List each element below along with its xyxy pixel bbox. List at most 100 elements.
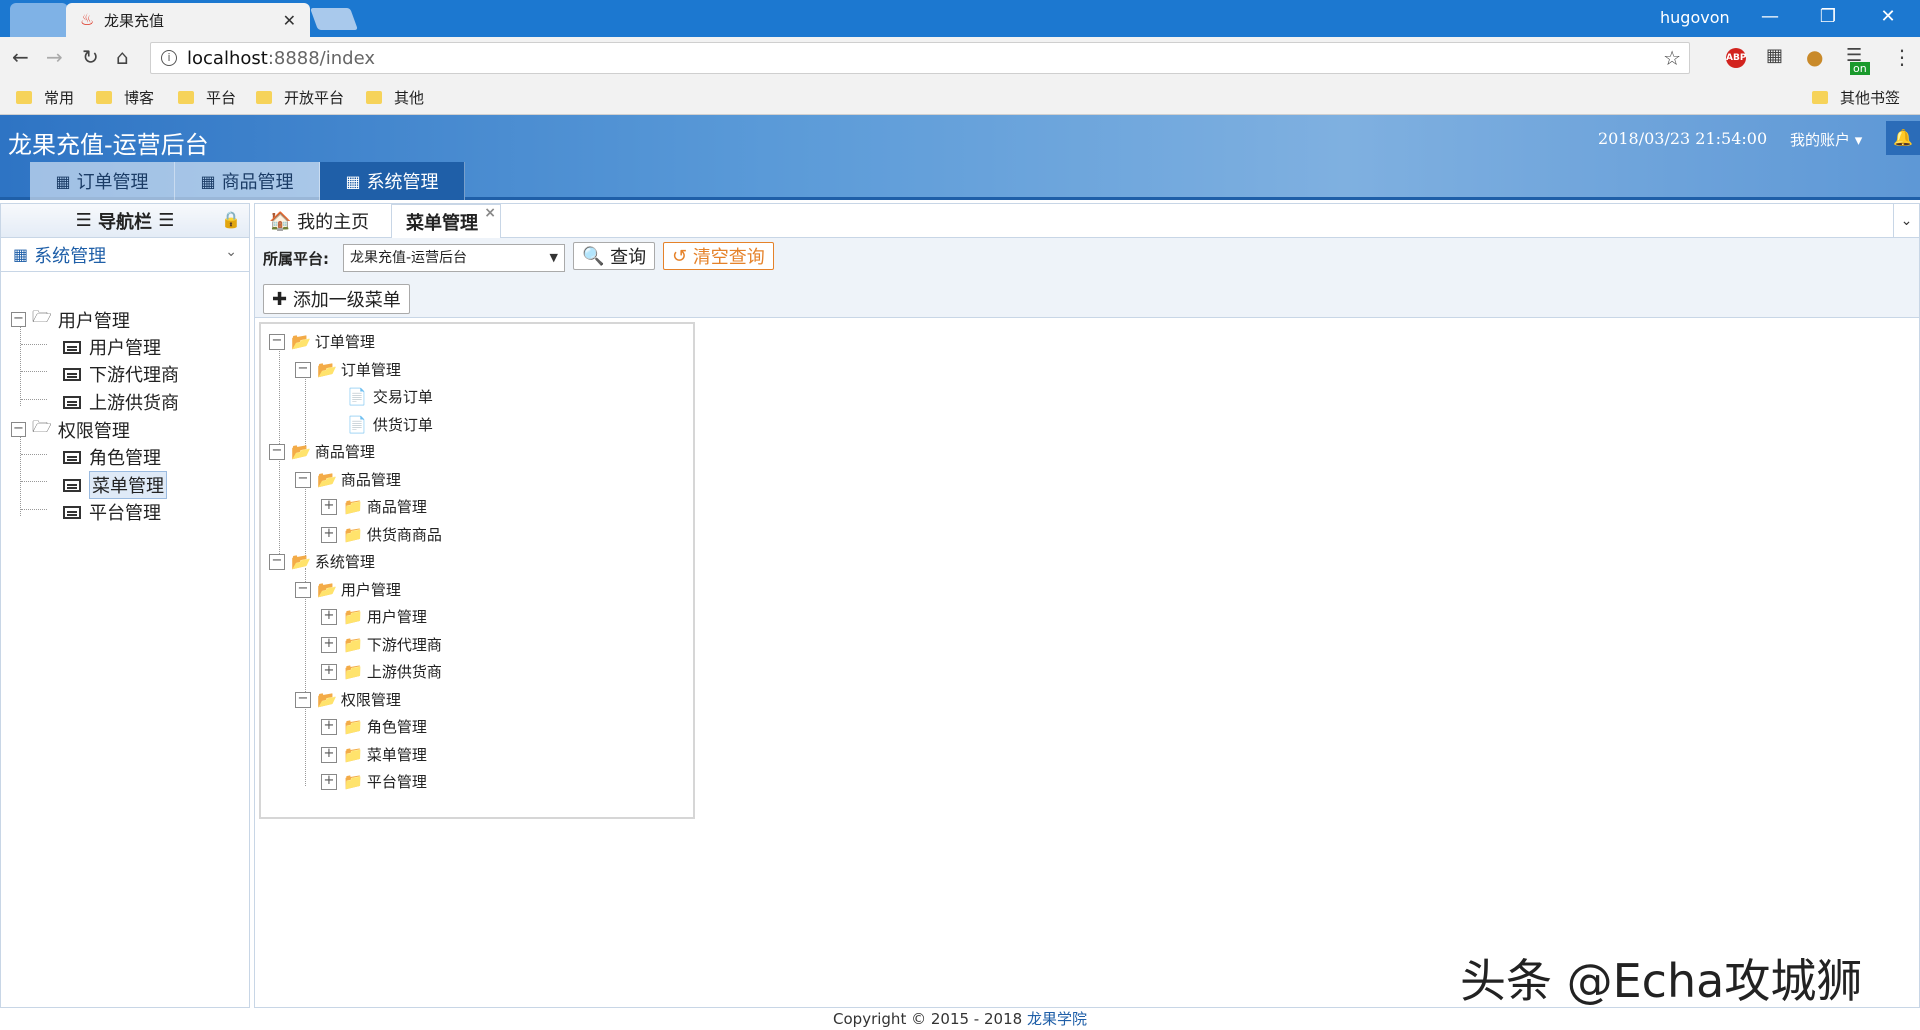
expand-icon[interactable]: +	[321, 498, 337, 515]
tree-leaf-roles[interactable]: 角色管理	[63, 444, 161, 470]
close-icon[interactable]: ✕	[283, 11, 296, 30]
account-menu[interactable]: 我的账户 ▾	[1790, 129, 1862, 150]
tab-menu-management[interactable]: 菜单管理 ×	[391, 204, 501, 238]
menu-node-platforms[interactable]: + 📁 平台管理	[321, 771, 427, 792]
collapse-icon[interactable]: −	[295, 361, 311, 378]
menu-node-menus[interactable]: + 📁 菜单管理	[321, 744, 427, 765]
browser-tab-active[interactable]: ♨ 龙果充值 ✕	[66, 3, 310, 37]
tree-leaf-downstream-agents[interactable]: 下游代理商	[63, 361, 179, 387]
menu-node-label: 商品管理	[340, 471, 401, 489]
cookie-icon[interactable]: ●	[1806, 45, 1823, 69]
browser-user[interactable]: hugovon	[1660, 8, 1730, 27]
qr-code-icon[interactable]: ▦	[1766, 45, 1783, 66]
home-icon[interactable]: ⌂	[116, 45, 129, 69]
collapse-icon[interactable]: −	[269, 443, 285, 460]
list-icon	[63, 367, 81, 381]
menu-node-label: 交易订单	[372, 388, 433, 406]
browser-tab-title: 龙果充值	[104, 11, 165, 30]
undo-icon: ↺	[672, 245, 693, 267]
menu-node-product-management[interactable]: − 📂 商品管理	[269, 441, 375, 462]
menu-node-product-management-sub[interactable]: − 📂 商品管理	[295, 469, 401, 490]
module-select[interactable]: ▦ 系统管理 ⌄	[1, 238, 249, 272]
bell-icon[interactable]: 🔔	[1886, 121, 1920, 155]
browser-navbar: ← → ↻ ⌂ i localhost :8888/index ☆ ABP ▦ …	[0, 37, 1920, 79]
tree-leaf-menus[interactable]: 菜单管理	[63, 471, 167, 499]
lock-icon[interactable]: 🔒	[221, 210, 241, 229]
collapse-icon[interactable]: −	[295, 691, 311, 708]
bookmark-folder[interactable]: 其他	[366, 87, 424, 108]
menu-node-label: 商品管理	[366, 498, 427, 516]
chevron-double-down-icon[interactable]: ⌄	[1893, 204, 1919, 238]
collapse-icon[interactable]: −	[269, 553, 285, 570]
menu-node-products[interactable]: + 📁 商品管理	[321, 496, 427, 517]
menu-node-system-management[interactable]: − 📂 系统管理	[269, 551, 375, 572]
tree-node-permission-management[interactable]: − 🗁 权限管理	[11, 416, 130, 443]
tree-leaf-platforms[interactable]: 平台管理	[63, 499, 161, 525]
tree-leaf-users[interactable]: 用户管理	[63, 334, 161, 360]
expand-icon[interactable]: +	[321, 746, 337, 763]
collapse-icon[interactable]: −	[11, 312, 26, 327]
menu-node-order-management[interactable]: − 📂 订单管理	[269, 331, 375, 352]
footer-link[interactable]: 龙果学院	[1027, 1010, 1087, 1028]
expand-icon[interactable]: +	[321, 773, 337, 790]
tab-order-management[interactable]: ▦ 订单管理	[30, 162, 175, 200]
new-tab-button[interactable]	[309, 8, 359, 30]
info-icon[interactable]: i	[161, 50, 177, 66]
sidebar: ☰ 导航栏 ☰ 🔒 ▦ 系统管理 ⌄ − 🗁 用户管理 用户管理 下游代理商 上游供…	[0, 203, 250, 1008]
back-icon[interactable]: ←	[12, 45, 29, 69]
adblock-icon[interactable]: ABP	[1726, 48, 1746, 68]
collapse-icon[interactable]: −	[295, 581, 311, 598]
menu-leaf-supply-orders[interactable]: 📄 供货订单	[347, 414, 433, 435]
minimize-icon[interactable]: —	[1750, 4, 1790, 30]
platform-select[interactable]: 龙果充值-运营后台 ▼	[343, 244, 565, 272]
bookmark-folder[interactable]: 博客	[96, 87, 154, 108]
menu-node-label: 下游代理商	[366, 636, 442, 654]
expand-icon[interactable]: +	[321, 636, 337, 653]
forward-icon[interactable]: →	[46, 45, 63, 69]
folder-icon: 📁	[343, 607, 363, 626]
collapse-icon[interactable]: −	[269, 333, 285, 350]
list-icon	[63, 340, 81, 354]
bookmark-folder[interactable]: 开放平台	[256, 87, 344, 108]
tab-my-home[interactable]: 🏠 我的主页	[255, 204, 383, 238]
window-close-icon[interactable]: ✕	[1868, 4, 1908, 30]
bookmark-folder[interactable]: 平台	[178, 87, 236, 108]
menu-node-order-management-sub[interactable]: − 📂 订单管理	[295, 359, 401, 380]
tree-node-user-management[interactable]: − 🗁 用户管理	[11, 306, 130, 333]
bookmark-folder[interactable]: 常用	[16, 87, 74, 108]
menu-node-upstream-suppliers[interactable]: + 📁 上游供货商	[321, 661, 442, 682]
address-bar[interactable]: i localhost :8888/index ☆	[150, 42, 1690, 74]
reload-icon[interactable]: ↻	[82, 45, 99, 69]
menu-node-user-management[interactable]: − 📂 用户管理	[295, 579, 401, 600]
tab-system-management[interactable]: ▦ 系统管理	[320, 162, 465, 200]
menu-leaf-trade-orders[interactable]: 📄 交易订单	[347, 386, 433, 407]
expand-icon[interactable]: +	[321, 718, 337, 735]
tree-node-label: 菜单管理	[89, 471, 167, 499]
other-bookmarks[interactable]: 其他书签	[1812, 87, 1900, 108]
expand-icon[interactable]: +	[321, 608, 337, 625]
menu-node-downstream-agents[interactable]: + 📁 下游代理商	[321, 634, 442, 655]
tree-leaf-upstream-suppliers[interactable]: 上游供货商	[63, 389, 179, 415]
app-title: 龙果充值-运营后台	[8, 131, 209, 159]
bookmark-star-icon[interactable]: ☆	[1663, 46, 1681, 70]
menu-node-permission-management[interactable]: − 📂 权限管理	[295, 689, 401, 710]
add-top-menu-button[interactable]: ✚ 添加一级菜单	[263, 284, 410, 314]
browser-tab-pinned[interactable]	[10, 3, 68, 37]
restore-icon[interactable]: ❐	[1808, 4, 1848, 30]
collapse-icon[interactable]: −	[11, 422, 26, 437]
search-icon: 🔍	[582, 245, 611, 267]
close-icon[interactable]: ×	[484, 205, 496, 221]
menu-node-users[interactable]: + 📁 用户管理	[321, 606, 427, 627]
expand-icon[interactable]: +	[321, 526, 337, 543]
grid-icon: ▦	[55, 171, 71, 191]
tab-product-management[interactable]: ▦ 商品管理	[175, 162, 320, 200]
menu-node-supplier-products[interactable]: + 📁 供货商商品	[321, 524, 442, 545]
browser-menu-icon[interactable]: ⋮	[1892, 45, 1912, 69]
menu-node-roles[interactable]: + 📁 角色管理	[321, 716, 427, 737]
menu-tree: − 📂 订单管理 − 📂 订单管理 📄 交易订单 📄 供货订单 − 📂 商品管理 − 📂 商品管理 …	[259, 322, 695, 819]
collapse-icon[interactable]: −	[295, 471, 311, 488]
menu-icon: ☰	[152, 210, 175, 231]
clear-query-button[interactable]: ↺ 清空查询	[663, 242, 774, 270]
expand-icon[interactable]: +	[321, 663, 337, 680]
query-button[interactable]: 🔍 查询	[573, 242, 656, 270]
